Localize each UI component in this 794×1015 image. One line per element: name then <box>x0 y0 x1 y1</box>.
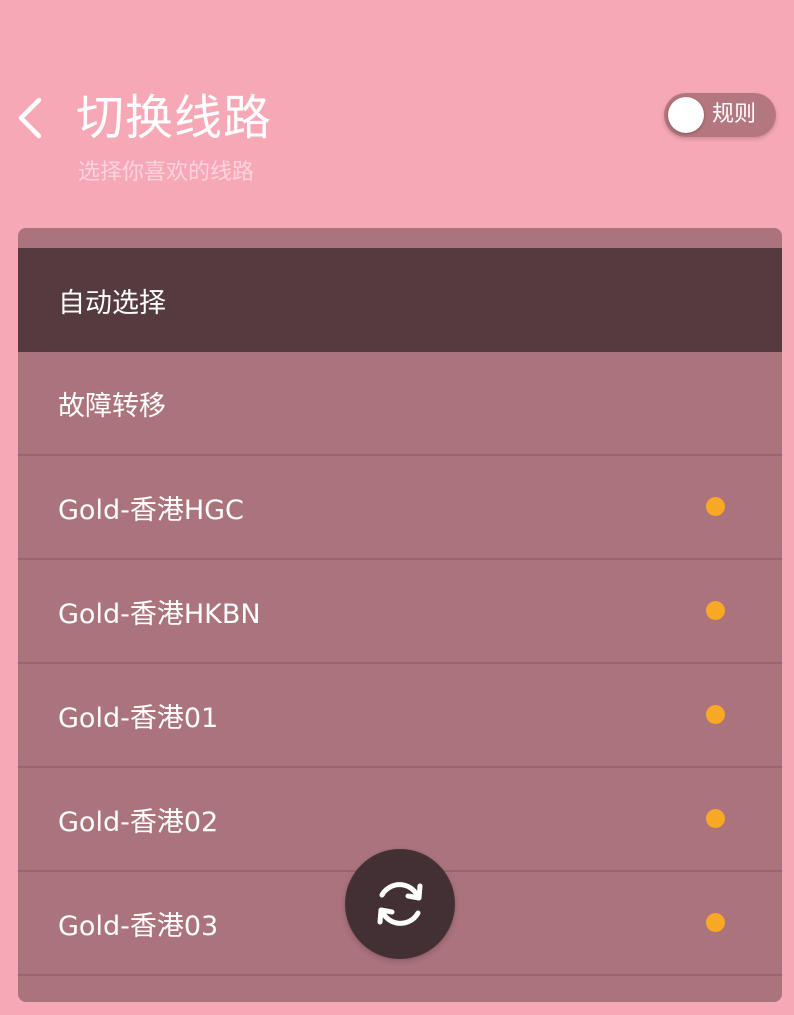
panel-top-strip <box>18 228 782 248</box>
chevron-left-icon <box>18 97 42 139</box>
route-name: Gold-香港HKBN <box>58 598 261 630</box>
latency-status-dot <box>706 497 725 516</box>
route-name: Gold-香港02 <box>58 806 219 838</box>
rule-toggle-label: 规则 <box>712 102 757 127</box>
route-name: 故障转移 <box>58 390 166 422</box>
route-item-auto-select[interactable]: 自动选择 <box>18 248 782 352</box>
page-title: 切换线路 <box>76 90 273 146</box>
route-name: Gold-香港HGC <box>58 494 244 526</box>
page-header: 切换线路 选择你喜欢的线路 规则 <box>0 0 794 228</box>
latency-status-dot <box>706 705 725 724</box>
route-item-gold-hk-01[interactable]: Gold-香港01 <box>18 664 782 768</box>
latency-status-dot <box>706 809 725 828</box>
latency-status-dot <box>706 913 725 932</box>
route-item-gold-hk-hgc[interactable]: Gold-香港HGC <box>18 456 782 560</box>
toggle-knob <box>668 97 704 133</box>
route-item-gold-hk-hkbn[interactable]: Gold-香港HKBN <box>18 560 782 664</box>
page-subtitle: 选择你喜欢的线路 <box>78 160 255 185</box>
route-name: Gold-香港03 <box>58 910 219 942</box>
refresh-button[interactable] <box>345 849 455 959</box>
rule-mode-toggle[interactable]: 规则 <box>664 93 776 137</box>
refresh-icon <box>377 882 423 926</box>
latency-status-dot <box>706 601 725 620</box>
route-item-failover[interactable]: 故障转移 <box>18 352 782 456</box>
route-name: Gold-香港01 <box>58 702 219 734</box>
route-name: 自动选择 <box>58 287 166 319</box>
back-button[interactable] <box>8 92 52 144</box>
